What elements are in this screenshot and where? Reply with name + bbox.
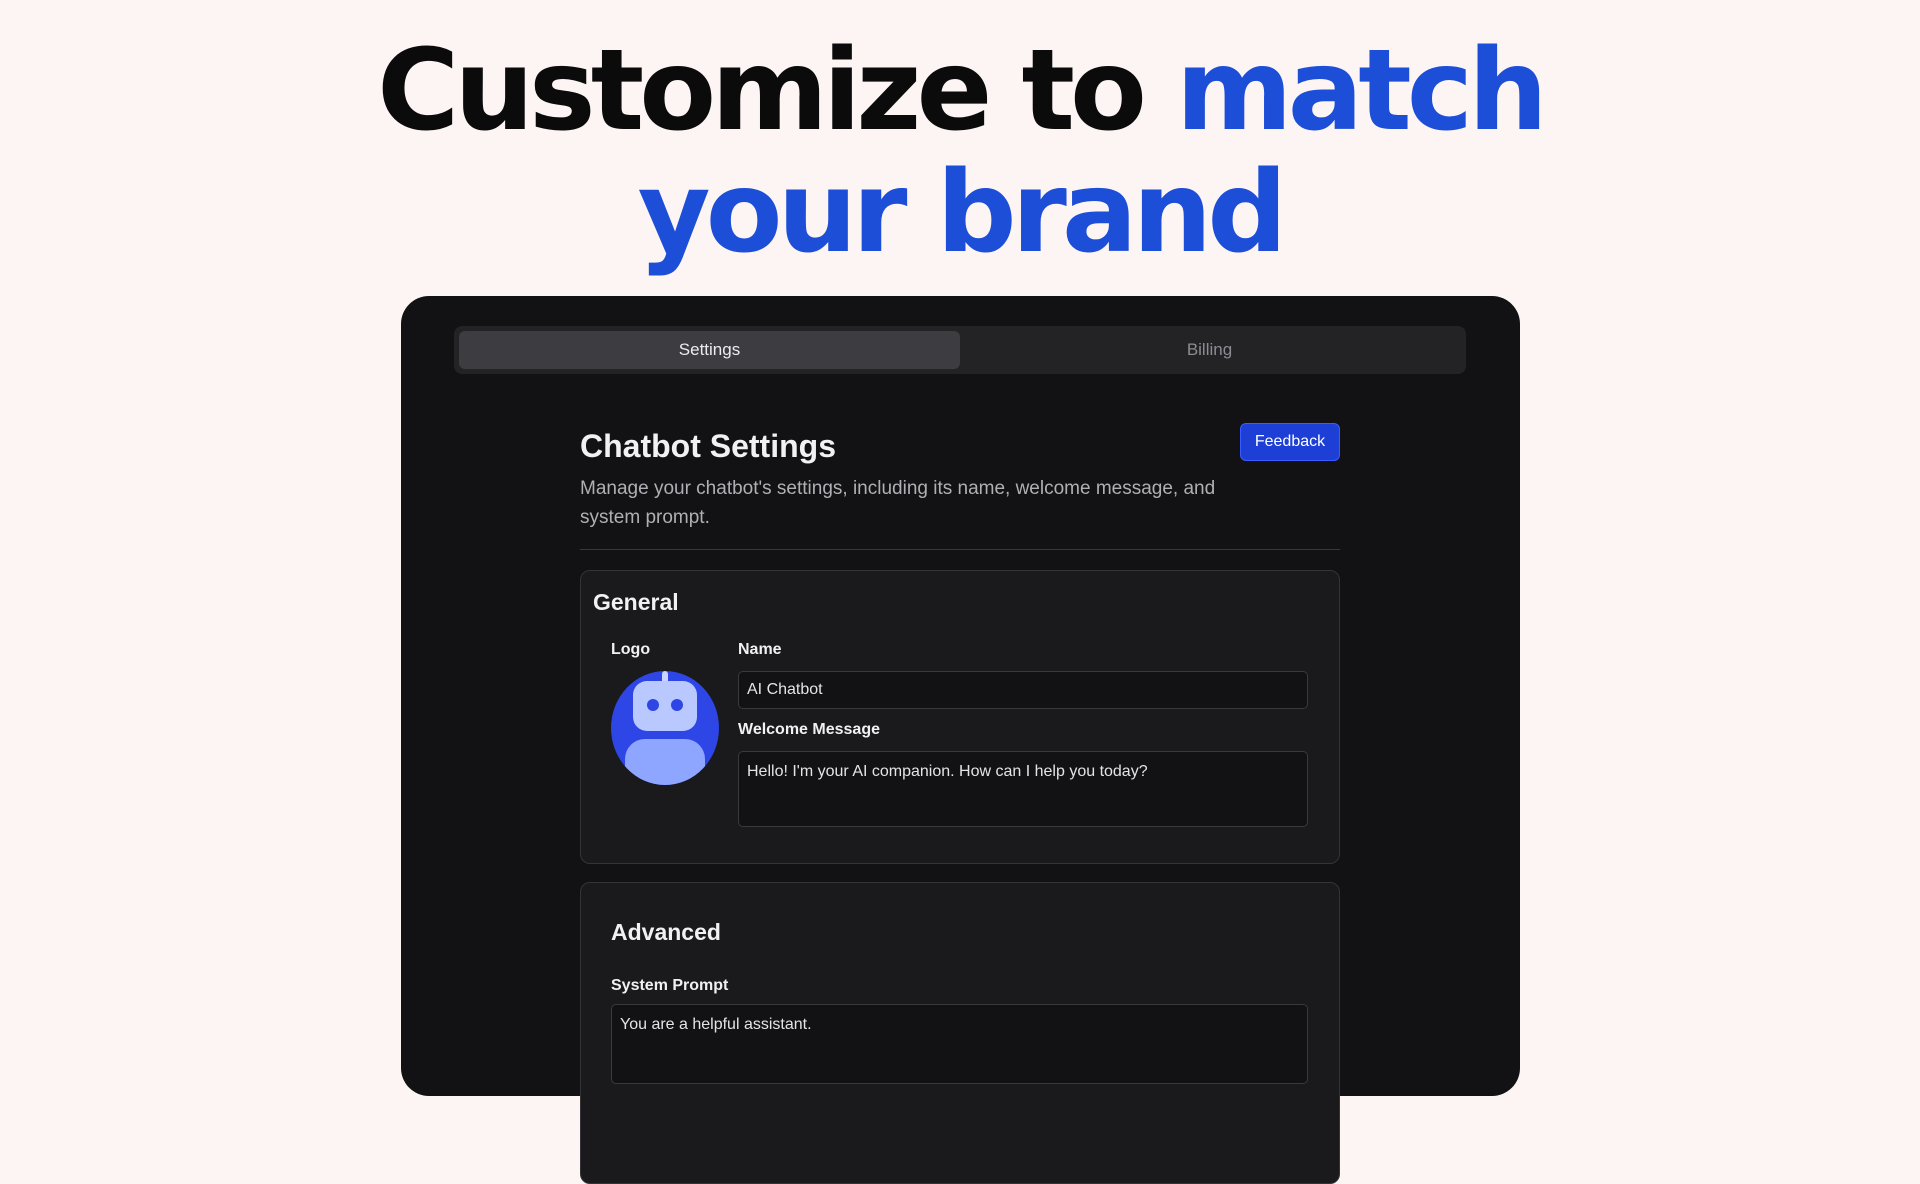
page-description: Manage your chatbot's settings, includin…	[580, 478, 1216, 528]
system-prompt-label: System Prompt	[611, 977, 729, 994]
name-label: Name	[738, 641, 782, 658]
hero-text-accent: match	[1175, 26, 1548, 156]
tab-settings[interactable]: Settings	[459, 331, 960, 369]
name-input[interactable]: AI Chatbot	[738, 671, 1308, 709]
logo-label: Logo	[611, 641, 651, 658]
tab-bar: Settings Billing	[454, 326, 1466, 374]
hero-text-plain: Customize to	[377, 26, 1176, 156]
hero-line-1: Customize to match	[0, 30, 1920, 152]
advanced-title: Advanced	[611, 919, 721, 945]
hero-line-2: your brand	[637, 148, 1288, 278]
system-prompt-textarea[interactable]: You are a helpful assistant.	[611, 1004, 1308, 1084]
advanced-card: Advanced System Prompt You are a helpful…	[580, 882, 1340, 1184]
page-title: Chatbot Settings	[580, 428, 836, 464]
hero-headline: Customize to match your brand	[0, 30, 1920, 274]
general-title: General	[593, 589, 679, 615]
robot-avatar-icon[interactable]	[611, 671, 719, 785]
general-card: General Logo Name AI Chatbot Welcome Mes…	[580, 570, 1340, 864]
robot-svg	[625, 671, 705, 785]
welcome-message-textarea[interactable]: Hello! I'm your AI companion. How can I …	[738, 751, 1308, 827]
tab-billing[interactable]: Billing	[959, 331, 1460, 369]
feedback-button[interactable]: Feedback	[1240, 423, 1340, 461]
app-window: Settings Billing Chatbot Settings Feedba…	[401, 296, 1520, 1184]
welcome-message-label: Welcome Message	[738, 721, 880, 738]
divider	[580, 549, 1340, 550]
